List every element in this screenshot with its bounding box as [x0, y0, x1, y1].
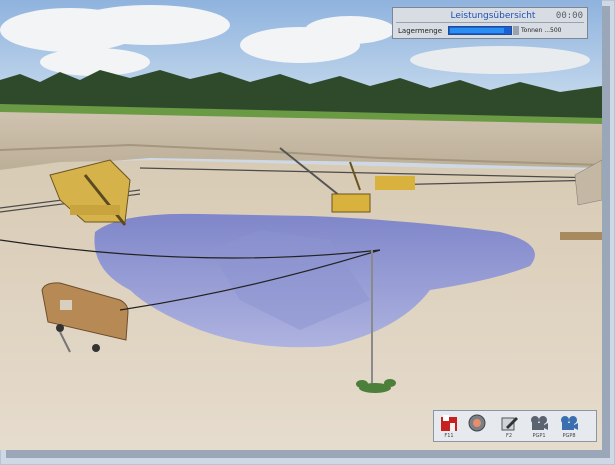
tool-key-label: F2 [505, 433, 513, 439]
toolbar-edit-button[interactable]: F2 [498, 413, 520, 439]
storage-bar-end [513, 26, 519, 35]
storage-label: Lagermenge [398, 27, 443, 35]
edit-icon [501, 417, 518, 431]
tool-key-label: PGP1 [532, 433, 546, 439]
storage-unit: Tonnen ...500 [521, 27, 562, 34]
panel-divider [396, 22, 584, 23]
storage-bar-fill [450, 28, 504, 33]
building-icon [441, 415, 457, 431]
frame-shadow-right [602, 6, 610, 455]
camera-icon [531, 416, 548, 430]
quarry-scene [0, 0, 602, 450]
toolbar: F11 F2 PGP1 PGP8 [433, 410, 597, 442]
clock-display: 00:00 [555, 11, 583, 21]
toolbar-camera-button[interactable]: PGP1 [528, 413, 550, 439]
toolbar-building-button[interactable]: F11 [438, 413, 460, 439]
toolbar-character-button[interactable] [466, 413, 488, 439]
gear-head-icon [468, 414, 486, 432]
game-viewport[interactable] [0, 0, 602, 450]
video-camera-icon [561, 416, 578, 430]
panel-title: Leistungsübersicht [450, 11, 536, 21]
frame-shadow-bottom [6, 450, 610, 458]
performance-overview-panel[interactable]: Leistungsübersicht 00:00 Lagermenge Tonn… [392, 7, 588, 39]
tool-key-label: F11 [444, 433, 454, 439]
toolbar-video-camera-button[interactable]: PGP8 [558, 413, 580, 439]
storage-bar [448, 26, 512, 35]
tool-key-label: PGP8 [562, 433, 576, 439]
